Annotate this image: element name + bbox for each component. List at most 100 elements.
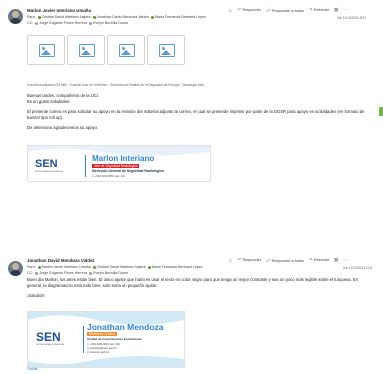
body-paragraph: El presente correo es para solicitar su … [27,109,365,120]
sender-name[interactable]: Jonathan David Mendoza Valdez [27,258,95,263]
more-icon[interactable]: ··· [343,8,347,12]
presence-icon [88,21,92,25]
reply-all-icon: ⤺ [266,257,271,263]
recipient[interactable]: Jorge Edgardo Flores Herrera [39,21,87,25]
reply-icon: ↶ [237,257,242,262]
body-paragraph: De antemano agradecemos su apoyo. [27,125,98,131]
signature-name: Marlon Interiano [92,154,155,163]
signature-phone: ✆ +504 2232-8060, Ext. 101 [92,175,125,178]
attachment-thumbnail[interactable] [67,35,105,65]
presence-icon [37,265,41,269]
recipient[interactable]: Marlon Javier Interiano Umaña [42,265,91,269]
message-actions: ☺ ↶ Responder ⤺ Responder a todos ↷ Reen… [228,257,347,263]
cc-label: CC: [27,271,34,275]
signature-phone-text: +504 2232-8060, Ext. 102 [89,343,120,346]
signature-web-text: www.sen.gob.hn [90,351,110,354]
signature-email-text: jmendoza@sen.gob.hn [89,347,117,350]
to-label: Para: [27,15,36,19]
message-date: Vie 11/10/2024 10:4 [343,266,373,270]
forward-label: Reenviar [313,258,330,262]
email-message-2: Jonathan David Mendoza Valdez Para: Marl… [0,255,383,374]
recipient[interactable]: Cristian David Martínez Najera [42,15,91,19]
signature-role: Diseñador Gráfico [87,332,117,336]
sen-logo: SEN [36,330,61,344]
sen-logo: SEN [35,158,58,170]
divider [83,326,84,353]
recipient[interactable]: Maria Fernanda Bertrand López [155,15,206,19]
to-line: Para: Cristian David Martínez Najera Jon… [27,15,206,19]
reply-icon: ↶ [237,7,242,12]
smiley-icon[interactable]: ☺ [228,258,233,263]
presence-icon [147,265,151,269]
cc-line: CC: Jorge Edgardo Flores Herrera Evelyn … [27,271,128,275]
reply-label: Responder [242,258,262,262]
divider [85,155,86,177]
reply-button[interactable]: ↶ Responder [238,257,261,263]
attachments-bar: 5 archivos adjuntos (28 MB) · Guardar to… [27,83,205,87]
signature-web: ◍ www.sen.gob.hn [87,351,109,354]
attachment-thumbnail[interactable] [147,35,185,65]
download-all-link[interactable]: Descargar todo [182,83,204,87]
attachment-thumbnail[interactable] [107,35,145,65]
globe-icon: ◍ [87,351,90,354]
side-panel-tab[interactable] [379,107,383,116]
forward-button[interactable]: ↷ Reenviar [309,7,329,13]
forward-icon: ↷ [309,7,313,12]
to-label: Para: [27,265,36,269]
recipient[interactable]: Evelyn Buchilla Duron [93,21,128,25]
message-actions: ☺ ↶ Responder ⤺ Responder a todos ↷ Reen… [228,7,347,13]
reply-all-icon: ⤺ [266,7,271,13]
signature-department: Unidad de Comunicación Institucional [87,337,142,341]
forward-button[interactable]: ↷ Reenviar [309,257,329,263]
attachments-count: 5 archivos adjuntos (28 MB) [27,83,67,87]
body-paragraph: ¡Saludos! [27,293,45,299]
sen-logo-subtitle: SECRETARÍA DE ENERGÍA [36,344,64,346]
presence-icon [35,271,39,275]
save-onedrive-link[interactable]: Guardar todo en OneDrive - Secretaría de… [70,83,180,87]
body-paragraph: Buen día Marlon, los artes están bien. E… [27,277,359,288]
image-icon [159,44,175,57]
recipient[interactable]: Cristian David Martínez Najera [97,265,146,269]
image-icon [39,44,55,57]
recipient[interactable]: Evelyn Buchilla Duron [93,271,128,275]
forward-icon: ↷ [309,257,313,262]
teams-icon[interactable]: ▦ [334,257,338,263]
reply-all-label: Responder a todos [271,8,304,13]
recipient[interactable]: Maria Fernanda Bertrand López [152,265,203,269]
mail-icon: ✉ [87,347,90,350]
cc-label: CC: [27,21,34,25]
presence-icon [35,21,39,25]
reply-all-label: Responder a todos [271,258,304,263]
signature-name: Jonathan Mendoza [87,322,164,332]
teams-icon[interactable]: ▦ [334,7,338,13]
forward-label: Reenviar [313,8,330,12]
recipient[interactable]: Jonathan David Mendoza Valdez [97,15,149,19]
reply-button[interactable]: ↶ Responder [238,7,261,13]
image-icon [79,44,95,57]
cc-line: CC: Jorge Edgardo Flores Herrera Evelyn … [27,21,128,25]
smiley-icon[interactable]: ☺ [228,8,233,13]
reply-all-button[interactable]: ⤺ Responder a todos [266,258,304,263]
to-line: Para: Marlon Javier Interiano Umaña Cris… [27,265,203,269]
attachment-thumbnail[interactable] [27,35,65,65]
signature-role: Jefe de Seguridad Radiológica [92,164,140,168]
recipient[interactable]: Jorge Edgardo Flores Herrera [39,271,87,275]
presence-icon [88,271,92,275]
presence-icon [37,15,41,19]
presence-icon [151,15,155,19]
signature-phone-text: +504 2232-8060, Ext. 101 [94,175,125,178]
message-body: Buen día Marlon, los artes están bien. E… [27,277,372,299]
hide-quoted-link[interactable]: Ocultar [27,367,38,371]
image-icon [119,44,135,57]
email-signature: SEN SECRETARÍA DE ENERGÍA Marlon Interia… [27,145,211,182]
sender-name[interactable]: Marlon Javier Interiano Umaña [27,8,91,13]
sen-logo-subtitle: SECRETARÍA DE ENERGÍA [35,171,63,173]
email-signature: SEN SECRETARÍA DE ENERGÍA Jonathan Mendo… [27,311,185,368]
reply-all-button[interactable]: ⤺ Responder a todos [266,8,304,13]
email-message-1: Marlon Javier Interiano Umaña Para: Cris… [0,0,383,182]
message-body: Buenas tardes, compañeros de la UCI. Es … [27,93,367,131]
sender-avatar[interactable] [8,261,23,276]
sender-avatar[interactable] [8,9,23,24]
more-icon[interactable]: ··· [343,258,347,262]
presence-icon [92,15,96,19]
